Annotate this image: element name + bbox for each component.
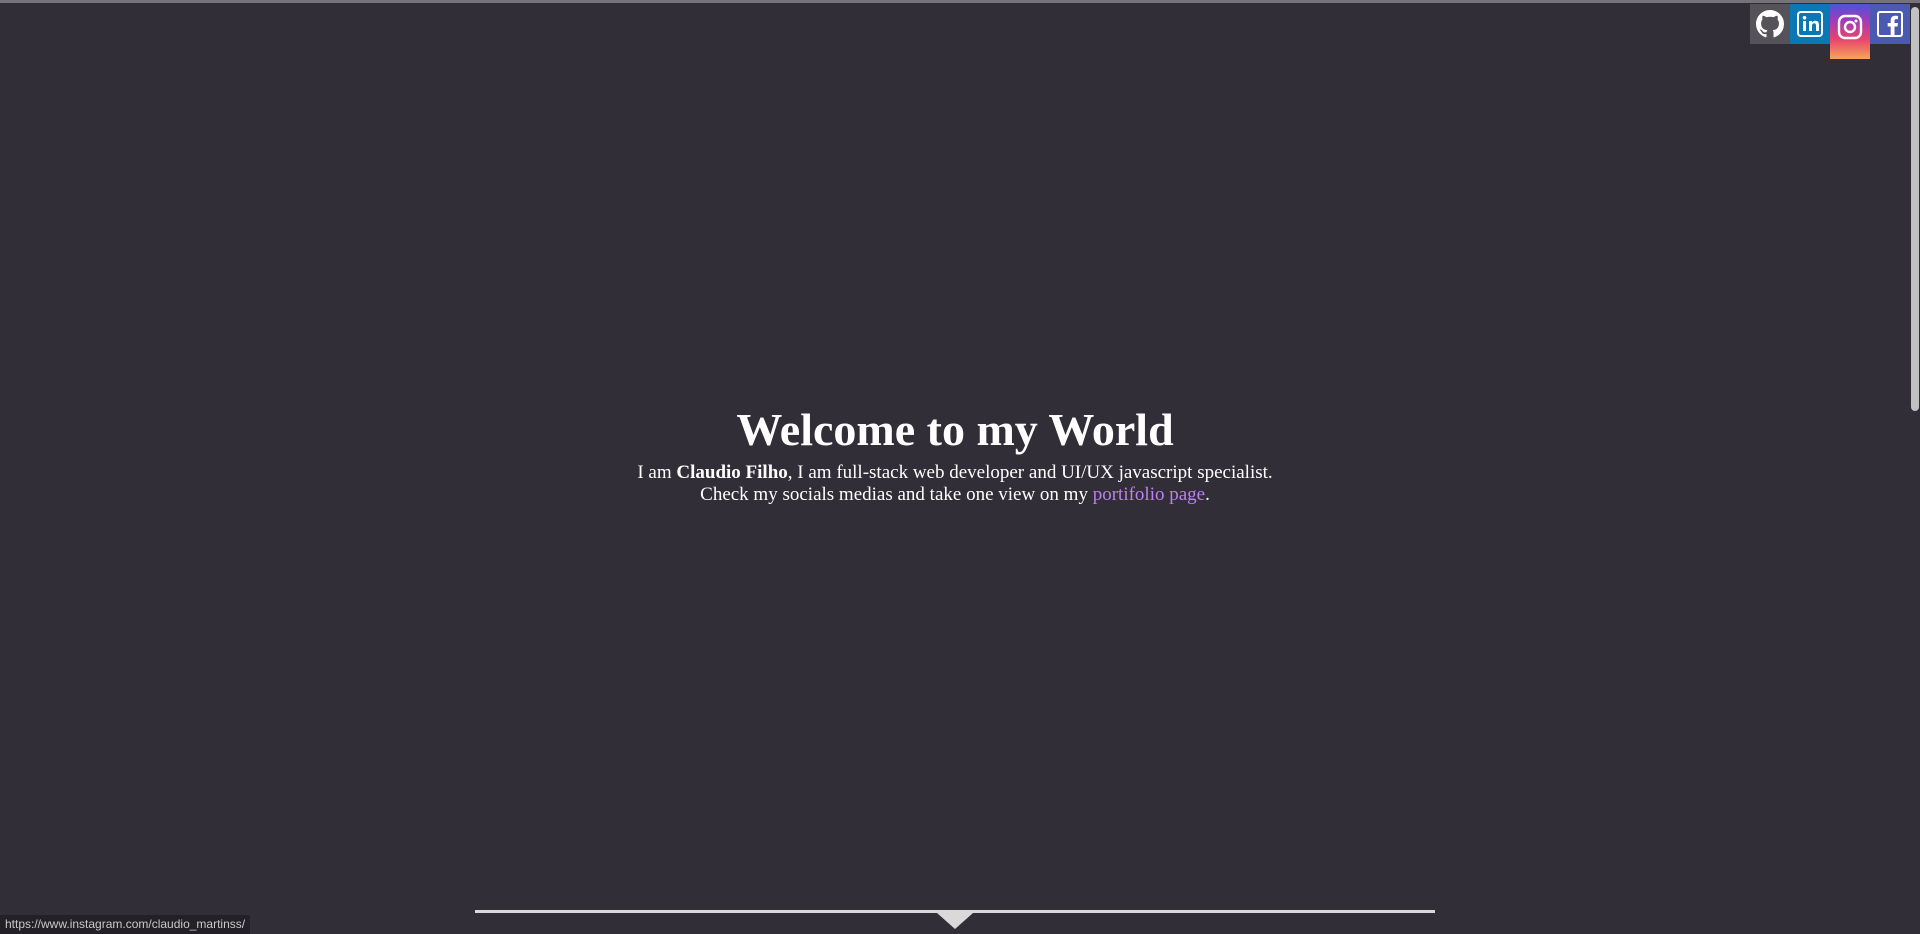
instagram-icon: [1837, 14, 1863, 40]
page-title: Welcome to my World: [736, 404, 1174, 455]
link-status-bar: https://www.instagram.com/claudio_martin…: [0, 915, 251, 934]
portfolio-link[interactable]: portifolio page: [1093, 484, 1205, 505]
scroll-down-arrow-icon[interactable]: [937, 913, 973, 929]
social-links: [1750, 4, 1910, 59]
scrollbar[interactable]: [1910, 3, 1920, 934]
instagram-link[interactable]: [1830, 4, 1870, 59]
facebook-link[interactable]: [1870, 4, 1910, 44]
top-border: [0, 0, 1920, 3]
github-icon: [1756, 10, 1784, 38]
github-link[interactable]: [1750, 4, 1790, 44]
intro-line: I am Claudio Filho, I am full-stack web …: [0, 462, 1910, 506]
facebook-icon: [1876, 10, 1904, 38]
intro-suffix: , I am full-stack web developer and UI/U…: [787, 462, 1273, 483]
line2-suffix: .: [1205, 484, 1210, 505]
linkedin-link[interactable]: [1790, 4, 1830, 44]
intro-prefix: I am: [637, 462, 677, 483]
scrollbar-thumb[interactable]: [1911, 7, 1919, 411]
linkedin-icon: [1796, 10, 1824, 38]
author-name: Claudio Filho: [676, 462, 788, 483]
hero-section: Welcome to my World I am Claudio Filho, …: [0, 402, 1910, 506]
line2-prefix: Check my socials medias and take one vie…: [700, 484, 1093, 505]
page: Welcome to my World I am Claudio Filho, …: [0, 0, 1920, 934]
